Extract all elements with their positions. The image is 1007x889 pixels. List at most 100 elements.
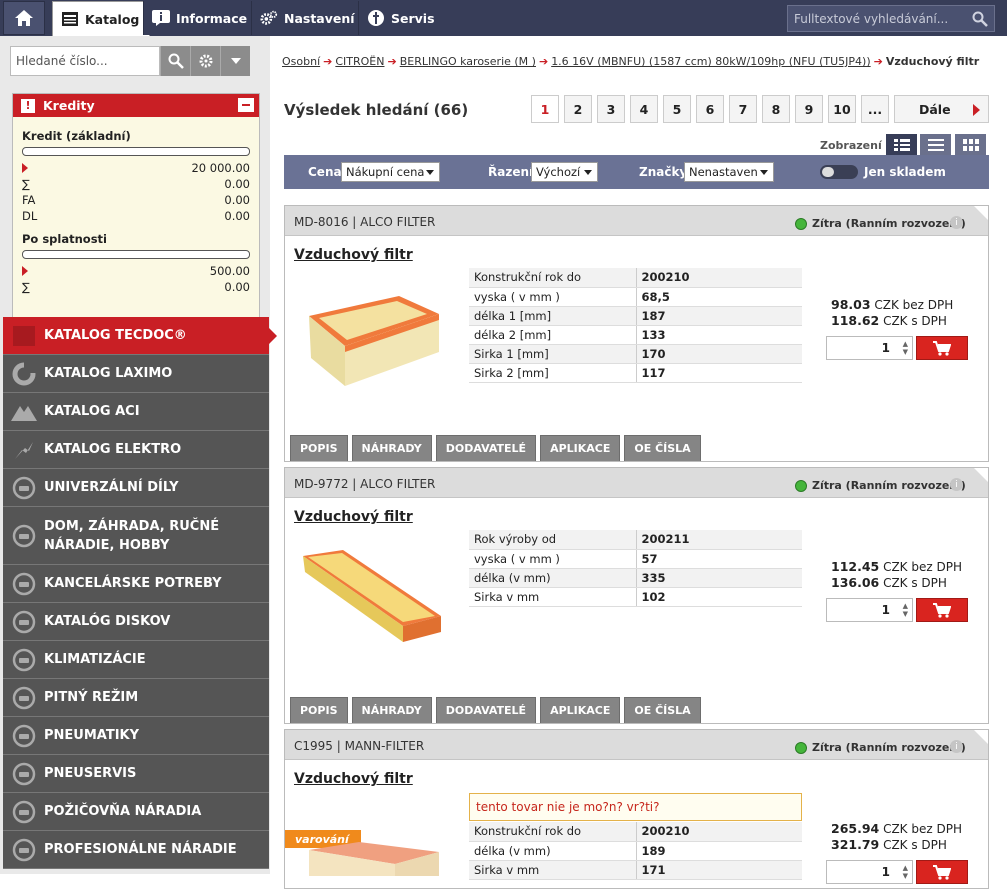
menu-item-laximo[interactable]: KATALOG LAXIMO xyxy=(3,355,269,393)
page-button[interactable]: 6 xyxy=(696,95,724,123)
product-header: MD-9772 | ALCO FILTER Zítra (Ranním rozv… xyxy=(285,468,988,498)
menu-item-elektro[interactable]: KATALOG ELEKTRO xyxy=(3,431,269,469)
expand-corner-icon[interactable] xyxy=(974,206,988,220)
next-page-button[interactable]: Dále xyxy=(894,95,989,123)
tab-aplikace[interactable]: APLIKACE xyxy=(540,435,621,461)
part-search-button[interactable] xyxy=(160,46,190,76)
tab-aplikace[interactable]: APLIKACE xyxy=(540,697,621,723)
spec-value: 117 xyxy=(636,363,802,383)
price-select[interactable]: Nákupní cena xyxy=(341,162,440,182)
menu-item-aci[interactable]: KATALOG ACI xyxy=(3,393,269,431)
menu-item-profesionalne-naradie[interactable]: PROFESIONÁLNE NÁRADIE xyxy=(3,831,269,869)
table-row: délka (v mm) 189 xyxy=(469,841,802,861)
tab-popis[interactable]: POPIS xyxy=(290,697,348,723)
quantity-stepper[interactable]: 1 ▲ ▼ xyxy=(826,598,913,622)
basic-credit-value: 20 000.00 xyxy=(191,161,250,175)
menu-item-tecdoc[interactable]: KATALOG TECDOC® xyxy=(3,317,277,355)
price-unit: CZK bez DPH xyxy=(874,298,954,312)
product-image[interactable] xyxy=(299,836,439,876)
view-grid-button[interactable] xyxy=(955,134,986,156)
availability: Zítra (Ranním rozvozem) xyxy=(795,479,966,492)
add-to-cart-button[interactable] xyxy=(916,336,968,360)
menu-item-klimatizacie[interactable]: KLIMATIZÁCIE xyxy=(3,641,269,679)
product-title[interactable]: Vzduchový filtr xyxy=(294,247,413,263)
view-list-button[interactable] xyxy=(920,134,951,156)
part-number-input[interactable]: Hledané číslo... xyxy=(10,46,160,76)
menu-item-pitny-rezim[interactable]: PITNÝ REŽIM xyxy=(3,679,269,717)
product-title[interactable]: Vzduchový filtr xyxy=(294,509,413,525)
view-detail-button[interactable] xyxy=(886,134,917,156)
sort-select[interactable]: Výchozí xyxy=(531,162,598,182)
tab-popis[interactable]: POPIS xyxy=(290,435,348,461)
menu-label: KLIMATIZÁCIE xyxy=(44,652,146,667)
expand-corner-icon[interactable] xyxy=(974,468,988,482)
tab-dodavatele[interactable]: DODAVATELÉ xyxy=(435,435,537,461)
brand-select[interactable]: Nenastaven xyxy=(684,162,774,182)
quantity-stepper[interactable]: 1 ▲ ▼ xyxy=(826,336,913,360)
tab-nahrady[interactable]: NÁHRADY xyxy=(351,435,432,461)
page-button[interactable]: 3 xyxy=(597,95,625,123)
search-icon[interactable] xyxy=(972,11,988,27)
tab-oe-cisla[interactable]: OE ČÍSLA xyxy=(624,697,701,723)
page-button[interactable]: 10 xyxy=(828,95,856,123)
expand-corner-icon[interactable] xyxy=(974,730,988,744)
add-to-cart-button[interactable] xyxy=(916,598,968,622)
tab-katalog[interactable]: Katalog xyxy=(52,1,151,36)
triangle-icon xyxy=(22,266,28,276)
add-to-cart-button[interactable] xyxy=(916,860,968,884)
menu-item-univerzalni-dily[interactable]: UNIVERZÁLNÍ DÍLY xyxy=(3,469,269,507)
results-title: Výsledek hledání (66) xyxy=(284,101,469,119)
menu-label: POŽIČOVŇA NÁRADIA xyxy=(44,804,202,819)
price-net-value: 112.45 xyxy=(831,559,880,574)
menu-item-diskov[interactable]: KATALÓG DISKOV xyxy=(3,603,269,641)
product-title[interactable]: Vzduchový filtr xyxy=(294,771,413,787)
menu-item-pneumatiky[interactable]: PNEUMATIKY xyxy=(3,717,269,755)
breadcrumb-link[interactable]: BERLINGO karoserie (M ) xyxy=(400,55,536,68)
fulltext-search-input[interactable]: Fulltextové vyhledávání... xyxy=(787,5,995,32)
breadcrumb-link[interactable]: CITROËN xyxy=(335,55,384,68)
arrow-right-icon: ➔ xyxy=(873,55,883,68)
spec-value: 189 xyxy=(636,841,802,861)
menu-item-dom-zahrada[interactable]: DOM, ZÁHRADA, RUČNÉ NÁRADIE, HOBBY xyxy=(3,507,269,565)
price-net: 98.03 CZK bez DPH xyxy=(831,297,953,312)
stepper-arrows-icon[interactable]: ▲ ▼ xyxy=(903,340,908,356)
page-button[interactable]: 5 xyxy=(663,95,691,123)
due-label: Po splatnosti xyxy=(22,232,107,246)
quantity-stepper[interactable]: 1 ▲ ▼ xyxy=(826,860,913,884)
menu-item-kancelarske[interactable]: KANCELÁRSKE POTREBY xyxy=(3,565,269,603)
menu-item-pneuservis[interactable]: PNEUSERVIS xyxy=(3,755,269,793)
tab-nastaveni[interactable]: Nastavení xyxy=(251,1,365,35)
stepper-arrows-icon[interactable]: ▲ ▼ xyxy=(903,864,908,880)
menu-item-pozicovna[interactable]: POŽIČOVŇA NÁRADIA xyxy=(3,793,269,831)
tab-servis[interactable]: Servis xyxy=(358,1,445,35)
availability-text: Zítra (Ranním rozvozem) xyxy=(812,217,966,230)
tab-informace[interactable]: Informace xyxy=(143,1,258,35)
search-settings-button[interactable] xyxy=(190,46,220,76)
tab-nahrady[interactable]: NÁHRADY xyxy=(351,697,432,723)
product-image[interactable] xyxy=(299,286,445,398)
collapse-button[interactable] xyxy=(238,98,254,112)
page-button[interactable]: 2 xyxy=(564,95,592,123)
product-image[interactable] xyxy=(299,546,445,662)
breadcrumb-link[interactable]: Osobní xyxy=(282,55,320,68)
page-button[interactable]: 4 xyxy=(630,95,658,123)
triangle-icon xyxy=(22,163,28,173)
product-tabs: POPIS NÁHRADY DODAVATELÉ APLIKACE OE ČÍS… xyxy=(290,435,705,461)
stock-toggle[interactable] xyxy=(820,165,858,179)
page-button[interactable]: 9 xyxy=(795,95,823,123)
stepper-arrows-icon[interactable]: ▲ ▼ xyxy=(903,602,908,618)
search-dropdown-button[interactable] xyxy=(220,46,250,76)
info-icon[interactable]: i xyxy=(950,216,963,229)
info-icon[interactable]: i xyxy=(950,478,963,491)
tab-oe-cisla[interactable]: OE ČÍSLA xyxy=(624,435,701,461)
home-button[interactable] xyxy=(3,1,45,35)
menu-label: PNEUSERVIS xyxy=(44,766,137,781)
price-gross-value: 136.06 xyxy=(831,575,880,590)
breadcrumb-link[interactable]: 1.6 16V (MBNFU) (1587 ccm) 80kW/109hp (N… xyxy=(551,55,870,68)
info-icon[interactable]: i xyxy=(950,740,963,753)
page-button[interactable]: 7 xyxy=(729,95,757,123)
tab-dodavatele[interactable]: DODAVATELÉ xyxy=(435,697,537,723)
page-ellipsis[interactable]: ... xyxy=(861,95,889,123)
page-button[interactable]: 1 xyxy=(531,95,559,123)
page-button[interactable]: 8 xyxy=(762,95,790,123)
